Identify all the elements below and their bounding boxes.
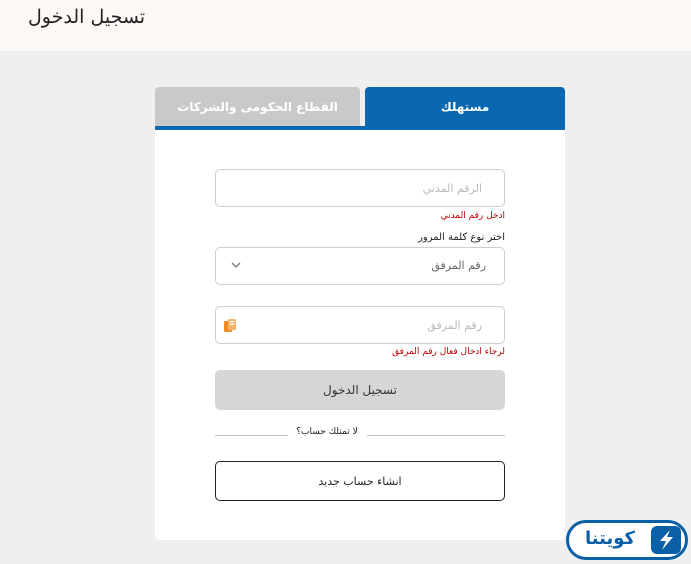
no-account-text: لا تمتلك حساب؟	[296, 427, 358, 437]
attachment-number-input[interactable]	[216, 307, 504, 343]
page-title: تسجيل الدخول	[28, 6, 146, 28]
divider-left	[215, 435, 288, 436]
logo-mark-icon	[651, 526, 681, 554]
attachment-number-error: لرجاء ادخال فعال رقم المرفق	[392, 347, 505, 357]
password-type-selected: رقم المرفق	[431, 259, 486, 272]
civil-id-field[interactable]	[215, 169, 505, 207]
password-type-label: اختر نوع كلمة المرور	[418, 232, 505, 243]
tab-government-companies[interactable]: القطاع الحكومى والشركات	[155, 87, 360, 126]
create-account-button[interactable]: انشاء حساب جديد	[215, 461, 505, 501]
tab-consumer[interactable]: مستهلك	[365, 87, 565, 126]
logo-text: كويتنا	[585, 528, 635, 549]
login-button[interactable]: تسجيل الدخول	[215, 370, 505, 410]
password-type-select[interactable]: رقم المرفق	[215, 247, 505, 285]
civil-id-error: ادخل رقم المدني	[440, 211, 505, 221]
kuwaitna-logo: كويتنا	[566, 520, 688, 560]
civil-id-input[interactable]	[216, 170, 504, 206]
attachment-icon	[224, 319, 236, 332]
chevron-down-icon	[231, 262, 241, 268]
divider-right	[367, 435, 505, 436]
attachment-number-field[interactable]	[215, 306, 505, 344]
